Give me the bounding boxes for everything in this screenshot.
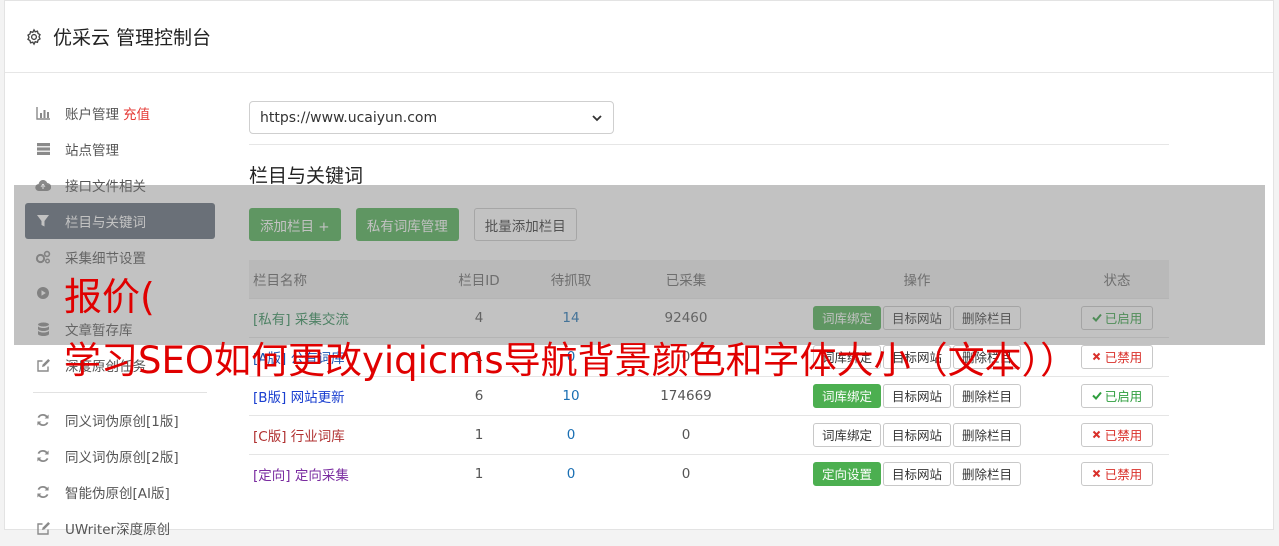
refresh-icon (35, 448, 51, 464)
gear-icon (27, 27, 41, 46)
status-toggle[interactable]: 已禁用 (1080, 422, 1154, 447)
sidebar-item-label: 同义词伪原创[2版] (65, 450, 179, 466)
close-icon (1092, 469, 1105, 478)
page-title: 优采云 管理控制台 (53, 27, 212, 49)
recharge-link[interactable]: 充值 (123, 103, 150, 123)
server-icon (35, 141, 51, 157)
column-name[interactable]: [C版] 行业词库 (249, 414, 419, 454)
column-name[interactable]: [定向] 定向采集 (249, 453, 419, 493)
sidebar-item-label: UWriter深度原创 (65, 522, 171, 538)
table-row: [定向] 定向采集 1 0 0 定向设置 目标网站 删除栏目 已禁用 (249, 453, 1169, 493)
delete-column-button[interactable]: 删除栏目 (953, 461, 1022, 486)
row-status: 已禁用 (1065, 414, 1169, 454)
bind-button[interactable]: 词库绑定 (812, 383, 881, 408)
column-tag: [定向] (253, 467, 291, 484)
column-title: 网站更新 (290, 389, 345, 406)
overlay-band (14, 185, 1265, 345)
collected-count: 0 (603, 414, 769, 454)
column-title: 定向采集 (294, 467, 349, 484)
status-label: 已禁用 (1104, 350, 1143, 365)
column-id: 1 (419, 414, 539, 454)
status-toggle[interactable]: 已禁用 (1080, 461, 1154, 486)
row-actions: 定向设置 目标网站 删除栏目 (769, 453, 1065, 493)
pending-count: 0 (539, 414, 603, 454)
sidebar-item-label: 智能伪原创[AI版] (65, 486, 170, 502)
close-icon (1092, 352, 1105, 361)
sidebar-item-b-2[interactable]: 智能伪原创[AI版] (25, 474, 215, 510)
section-title: 栏目与关键词 (249, 165, 364, 187)
sidebar-item-b-3[interactable]: UWriter深度原创 (25, 510, 215, 546)
status-toggle[interactable]: 已启用 (1080, 383, 1154, 408)
column-title: 行业词库 (290, 428, 345, 445)
chevron-down-icon (592, 114, 602, 121)
status-label: 已启用 (1104, 389, 1143, 404)
status-toggle[interactable]: 已禁用 (1080, 344, 1154, 369)
table-row: [C版] 行业词库 1 0 0 词库绑定 目标网站 删除栏目 已禁用 (249, 414, 1169, 454)
sidebar-item-a-1[interactable]: 站点管理 (25, 131, 215, 167)
divider (249, 144, 1169, 145)
sidebar-item-a-0[interactable]: 账户管理 充值 (25, 95, 215, 131)
edit-icon (35, 357, 51, 373)
site-select-value: https://www.ucaiyun.com (260, 109, 438, 126)
header: 优采云 管理控制台 (5, 1, 1273, 73)
column-id: 1 (419, 453, 539, 493)
site-select[interactable]: https://www.ucaiyun.com (249, 101, 614, 134)
refresh-icon (35, 484, 51, 500)
check-icon (1092, 391, 1105, 400)
status-label: 已禁用 (1104, 467, 1143, 483)
pending-count: 0 (539, 453, 603, 493)
delete-column-button[interactable]: 删除栏目 (953, 422, 1022, 447)
row-status: 已禁用 (1065, 453, 1169, 493)
refresh-icon (35, 412, 51, 428)
sidebar-item-label: 账户管理 (65, 107, 119, 123)
row-status: 已启用 (1065, 375, 1169, 415)
target-site-button[interactable]: 目标网站 (882, 383, 951, 408)
bind-button[interactable]: 定向设置 (812, 461, 881, 486)
bar-chart-icon (35, 105, 51, 121)
status-label: 已禁用 (1104, 428, 1143, 443)
row-actions: 词库绑定 目标网站 删除栏目 (769, 414, 1065, 454)
bind-button[interactable]: 词库绑定 (812, 422, 881, 447)
sidebar-item-label: 同义词伪原创[1版] (65, 414, 179, 430)
column-tag: [B版] (253, 389, 287, 406)
target-site-button[interactable]: 目标网站 (882, 422, 951, 447)
close-icon (1092, 430, 1105, 439)
column-tag: [C版] (253, 428, 287, 445)
edit-icon (35, 520, 51, 536)
target-site-button[interactable]: 目标网站 (882, 461, 951, 486)
collected-count: 0 (603, 453, 769, 493)
overlay-text-line2: 学习SEO如何更改yiqicms导航背景颜色和字体大小（文本）） (64, 339, 1078, 382)
overlay-text-line1: 报价( (64, 275, 155, 319)
sidebar-divider (33, 392, 207, 393)
sidebar-item-b-0[interactable]: 同义词伪原创[1版] (25, 402, 215, 438)
sidebar-item-b-1[interactable]: 同义词伪原创[2版] (25, 438, 215, 474)
delete-column-button[interactable]: 删除栏目 (953, 383, 1022, 408)
sidebar-item-label: 站点管理 (65, 143, 119, 159)
